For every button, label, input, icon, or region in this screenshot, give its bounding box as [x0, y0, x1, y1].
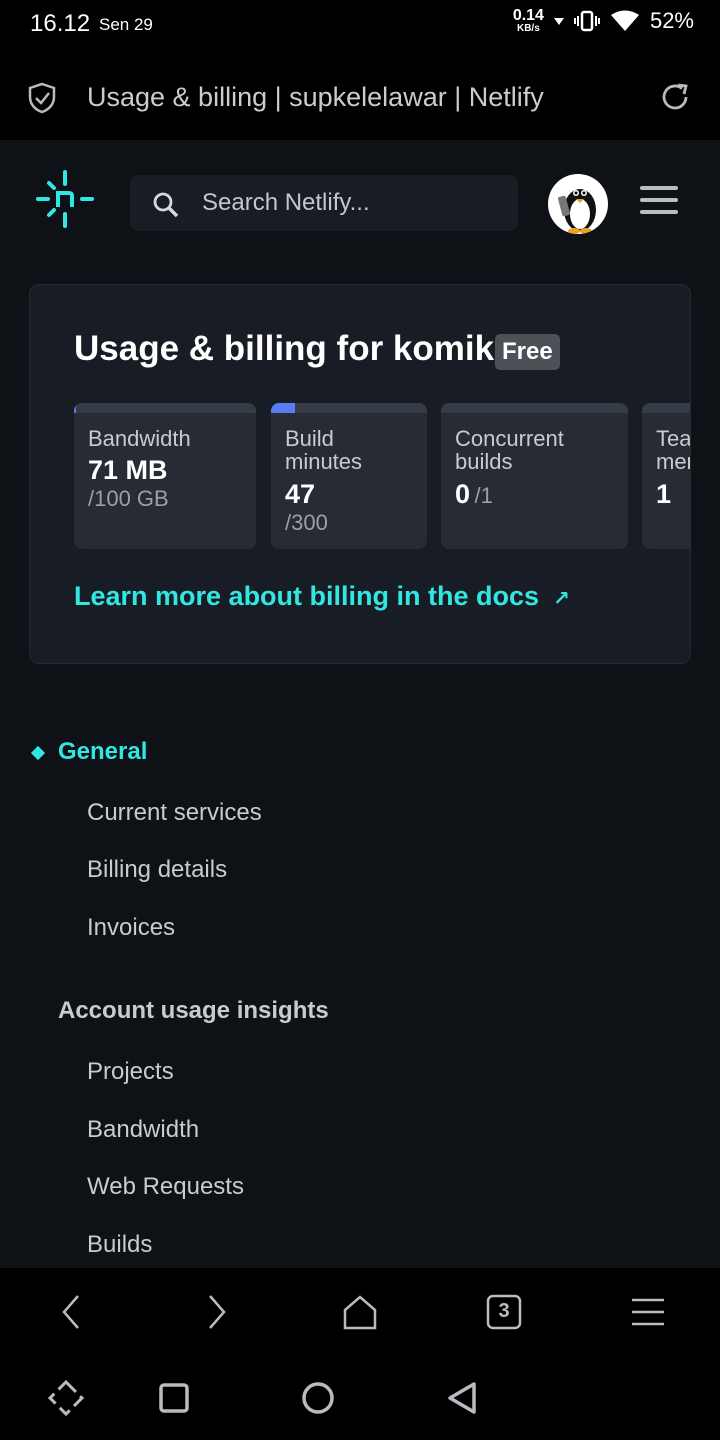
reload-icon[interactable]: [658, 80, 692, 114]
data-arrow-icon: [553, 18, 564, 25]
penguin-avatar-icon: [557, 189, 596, 234]
netlify-logo-icon[interactable]: [36, 170, 94, 228]
home-icon[interactable]: [340, 1292, 380, 1332]
billing-docs-link[interactable]: Learn more about billing in the docs ↗: [74, 581, 570, 612]
stat-value: 1: [656, 479, 672, 509]
stat-limit: /100 GB: [88, 486, 169, 511]
nav-item-builds[interactable]: Builds: [87, 1231, 152, 1259]
status-time: 16.12: [30, 10, 91, 37]
recents-icon[interactable]: [154, 1378, 194, 1418]
plan-badge: Free: [495, 334, 560, 370]
external-link-icon: ↗: [553, 588, 570, 610]
search-icon: [153, 192, 179, 218]
nav-section-account-usage-insights[interactable]: Account usage insights: [58, 997, 329, 1025]
stat-card-concurrent-builds[interactable]: Concurrent builds 0 /1: [441, 403, 628, 549]
browser-toolbar: 3: [0, 1268, 720, 1354]
stat-card-team-members[interactable]: Team memb 1: [642, 403, 691, 549]
stat-label: Bandwidth: [88, 426, 191, 451]
progress-fill: [271, 403, 296, 413]
stat-card-build-minutes[interactable]: Build minutes 47 /300: [271, 403, 427, 549]
wifi-icon: [610, 10, 639, 31]
tab-count: 3: [498, 1300, 510, 1322]
progress-fill: [74, 403, 76, 413]
vibrate-icon: [573, 10, 600, 32]
progress-track: [642, 403, 690, 413]
hamburger-menu-icon[interactable]: [640, 186, 678, 218]
stat-value: 71 MB: [88, 455, 168, 485]
nav-item-invoices[interactable]: Invoices: [87, 914, 175, 942]
shield-check-icon[interactable]: [26, 82, 58, 114]
usage-billing-card: Usage & billing for komik Free Bandwidth…: [29, 284, 691, 664]
stat-limit: /300: [285, 510, 328, 535]
stat-card-bandwidth[interactable]: Bandwidth 71 MB /100 GB: [74, 403, 256, 549]
nav-section-general[interactable]: General: [58, 738, 147, 766]
battery-level: 52%: [649, 8, 694, 33]
network-speed-unit: KB/s: [516, 23, 540, 34]
page-title[interactable]: Usage & billing | supkelelawar | Netlify: [87, 82, 544, 113]
back-icon[interactable]: [52, 1292, 92, 1332]
stat-label: Build minutes: [285, 426, 363, 474]
nav-item-bandwidth[interactable]: Bandwidth: [87, 1116, 199, 1144]
progress-track: [271, 403, 427, 413]
forward-icon[interactable]: [196, 1292, 236, 1332]
browser-address-bar[interactable]: Usage & billing | supkelelawar | Netlify: [0, 48, 720, 140]
tabs-button[interactable]: 3: [484, 1292, 524, 1332]
browser-menu-icon[interactable]: [628, 1292, 668, 1332]
network-speed: 0.14 KB/s: [513, 8, 544, 34]
app-header: Search Netlify...: [0, 140, 720, 264]
progress-track: [74, 403, 256, 413]
stat-label: Concurrent builds: [455, 426, 564, 474]
status-indicators: 0.14 KB/s 52%: [513, 8, 694, 34]
active-section-marker-icon: [30, 745, 46, 761]
status-day: Sen 29: [99, 15, 153, 34]
status-bar: 16.12 Sen 29 0.14 KB/s 52%: [0, 0, 720, 48]
nav-item-current-services[interactable]: Current services: [87, 799, 262, 827]
system-back-icon[interactable]: [442, 1378, 482, 1418]
network-speed-value: 0.14: [512, 7, 544, 24]
system-home-icon[interactable]: [298, 1378, 338, 1418]
progress-track: [441, 403, 628, 413]
stat-limit: /1: [474, 483, 493, 508]
stat-value: 47: [285, 479, 316, 509]
rotate-icon[interactable]: [46, 1378, 86, 1418]
avatar[interactable]: [548, 174, 608, 234]
system-navigation-bar: [0, 1354, 720, 1440]
nav-item-web-requests[interactable]: Web Requests: [87, 1173, 244, 1201]
search-placeholder: Search Netlify...: [202, 189, 370, 216]
search-input[interactable]: Search Netlify...: [130, 175, 518, 231]
nav-item-projects[interactable]: Projects: [87, 1058, 174, 1086]
stat-label: Team memb: [656, 426, 691, 474]
usage-title: Usage & billing for komik: [74, 329, 495, 368]
billing-docs-link-label: Learn more about billing in the docs: [74, 581, 540, 611]
nav-item-billing-details[interactable]: Billing details: [87, 856, 227, 884]
stat-value: 0: [455, 479, 471, 509]
